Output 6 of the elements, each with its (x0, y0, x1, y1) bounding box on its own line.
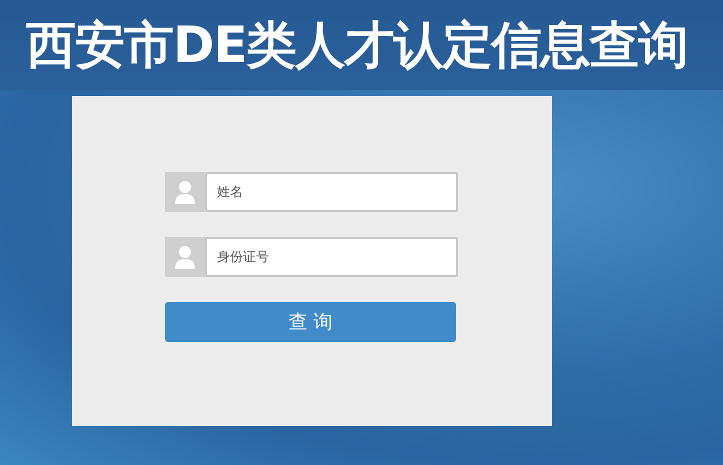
input-field[interactable]: 身份证号 (205, 237, 458, 277)
user-icon (165, 237, 205, 277)
page-title: 西安市DE类人才认定信息查询 (26, 14, 688, 76)
user-icon (165, 172, 205, 212)
query-button[interactable]: 查 询 (165, 302, 456, 342)
input-field[interactable]: 姓名 (205, 172, 458, 212)
